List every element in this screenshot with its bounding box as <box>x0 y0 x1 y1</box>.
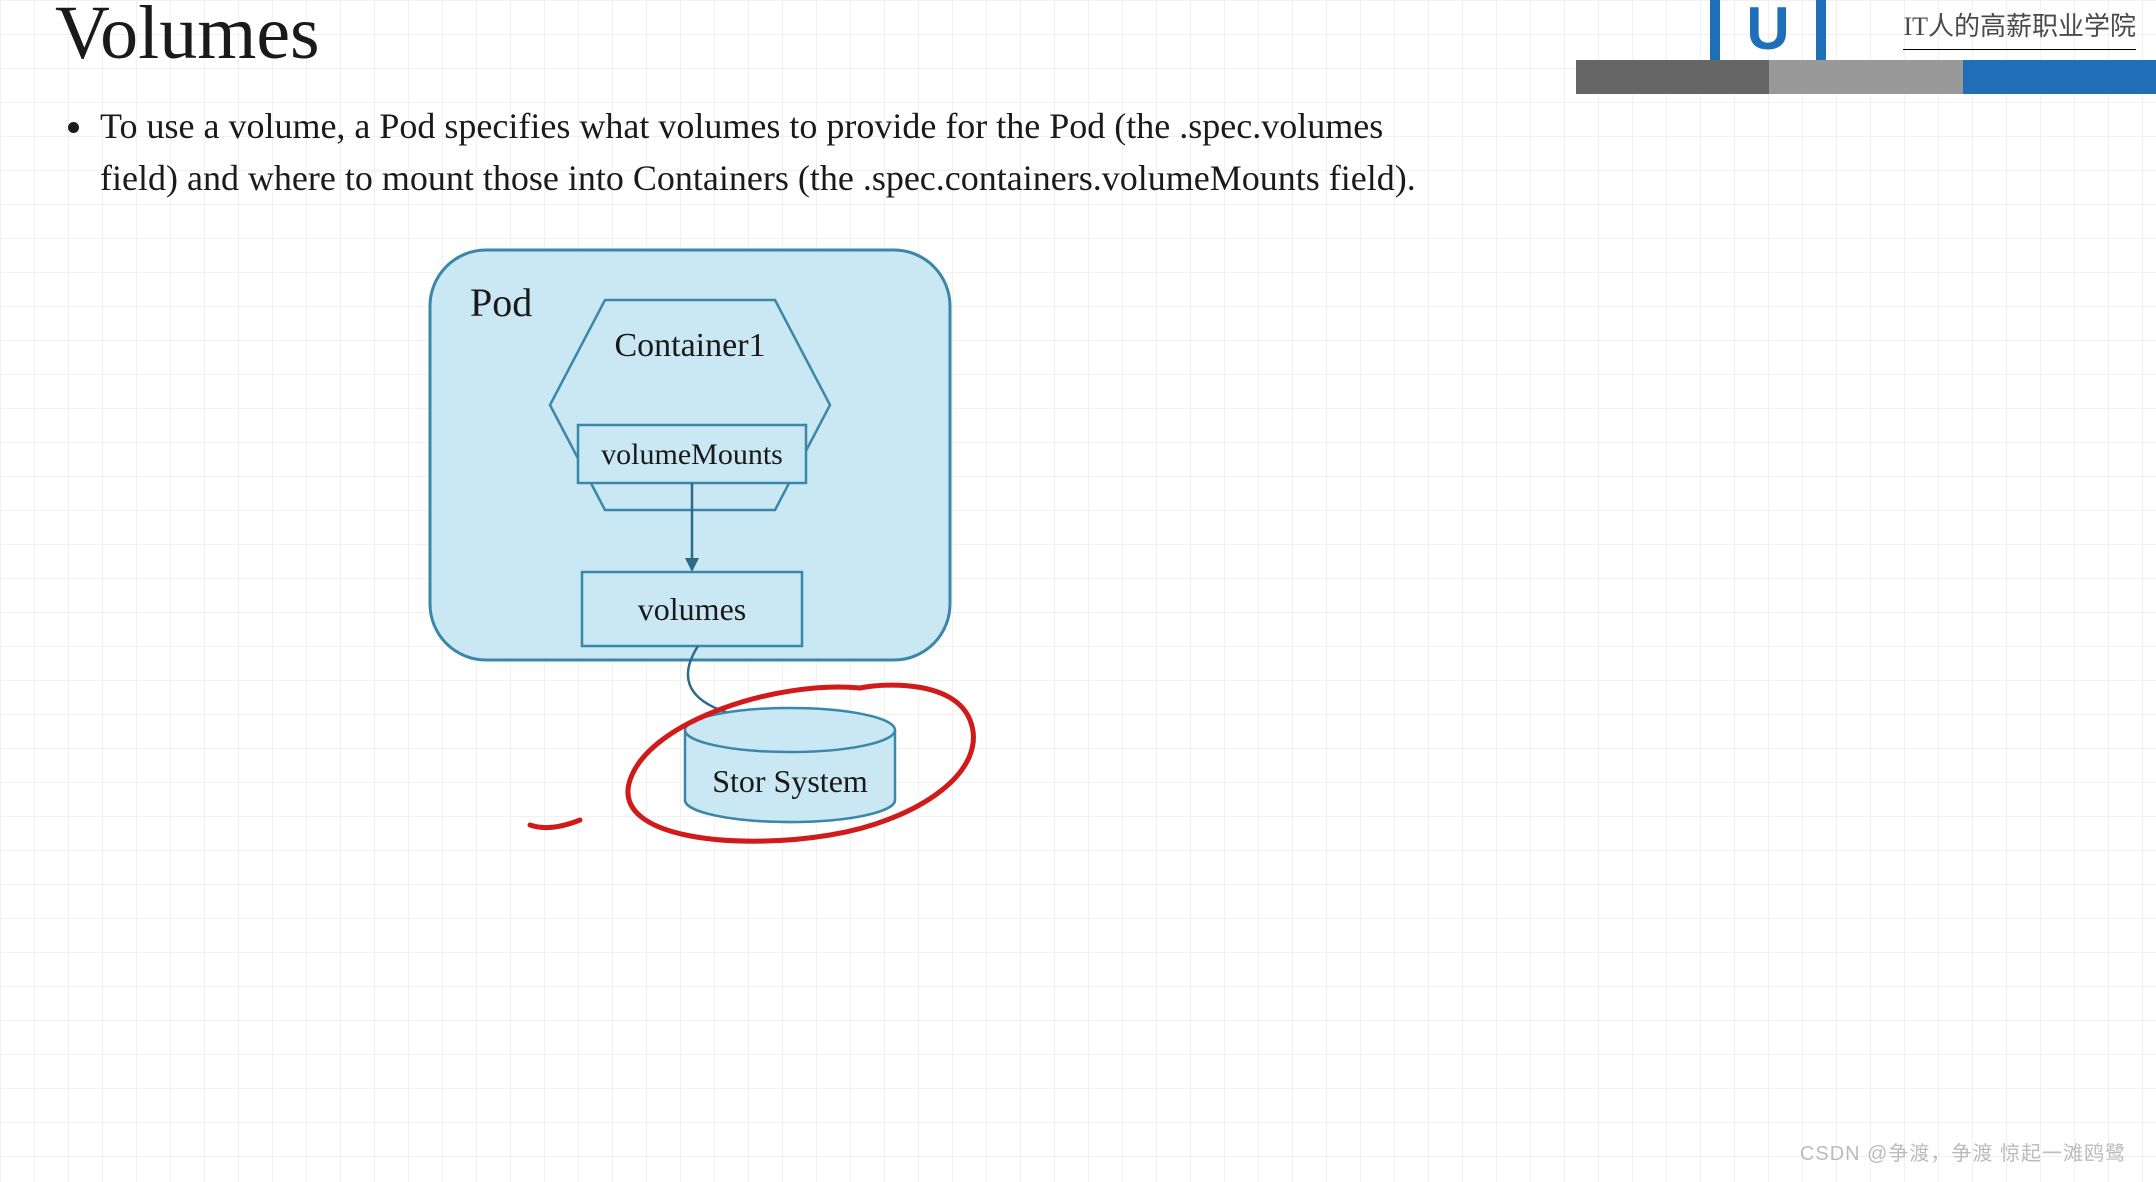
annotation-tail <box>530 820 580 828</box>
bullet-list: To use a volume, a Pod specifies what vo… <box>56 100 1426 204</box>
colorbar-segment-1 <box>1576 60 1769 94</box>
colorbar-segment-3 <box>1963 60 2156 94</box>
pod-volume-diagram: Pod Container1 volumeMounts volumes St <box>420 240 1180 965</box>
bullet-item: To use a volume, a Pod specifies what vo… <box>96 100 1426 204</box>
brand-tagline: IT人的高薪职业学院 <box>1903 6 2136 50</box>
brand-logo-letter: U <box>1746 0 1789 63</box>
slide-title: Volumes <box>55 0 320 77</box>
colorbar-segment-2 <box>1769 60 1962 94</box>
container-label: Container1 <box>614 327 765 364</box>
volume-mounts-label: volumeMounts <box>601 438 783 471</box>
storage-label: Stor System <box>712 763 868 799</box>
pod-label: Pod <box>470 280 532 325</box>
header-color-bar <box>1576 60 2156 94</box>
watermark: CSDN @争渡，争渡 惊起一滩鸥鹭 <box>1800 1137 2126 1166</box>
volumes-label: volumes <box>638 591 746 627</box>
